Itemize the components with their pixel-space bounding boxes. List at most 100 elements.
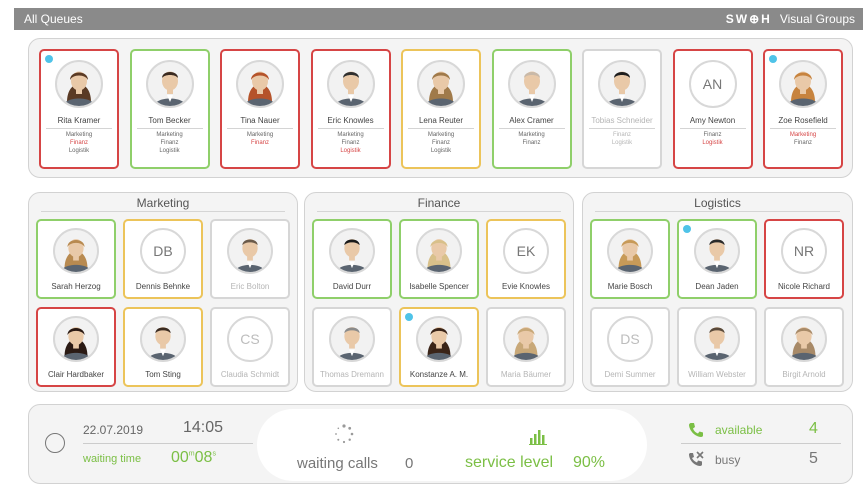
avatar-initials: EK [503,228,549,274]
agent-name: Isabelle Spencer [409,282,469,291]
person-icon [153,71,186,106]
agent-card[interactable]: EK Evie Knowles [486,219,566,299]
queue-tag: Finanz [250,140,269,146]
agent-card[interactable]: Dean Jaden [677,219,757,299]
agent-name: Eric Bolton [230,282,270,291]
avatar-photo [329,228,375,274]
avatar-photo [53,316,99,362]
person-icon [336,327,368,360]
service-level-value: 90% [573,454,606,471]
agent-card[interactable]: Isabelle Spencer [399,219,479,299]
view-title: Visual Groups [779,12,855,26]
agent-queues: Marketing Finanz [518,132,544,146]
agent-card[interactable]: Rita Kramer Marketing Finanz Logistik [39,49,119,169]
agent-card[interactable]: Eric Knowles Marketing Finanz Logistik [310,49,391,169]
agent-card[interactable]: Lena Reuter Marketing Finanz Logistik [401,49,481,169]
seconds-unit: s [212,450,216,458]
service-level-label: service level [465,454,554,471]
agent-queues: Marketing Finanz Logistik [428,132,454,154]
busy-value: 5 [809,450,818,467]
person-icon [515,71,548,106]
agent-card[interactable]: Birgit Arnold [764,307,844,387]
notification-dot [405,313,413,321]
avatar-photo [694,316,740,362]
queue-tag: Finanz [793,140,812,146]
agent-card[interactable]: Tina Nauer Marketing Finanz [220,49,300,169]
swyx-logo: SW⊕H [725,12,772,26]
person-icon [244,71,276,106]
queue-tag: Logistik [68,148,90,154]
agent-card[interactable]: DB Dennis Behnke [123,219,203,299]
group-panel-logistics: Logistics Marie Bosch Dean Jaden NR Nicole R… [582,192,853,392]
agent-name: Nicole Richard [777,282,831,291]
group-title: Finance [417,196,461,210]
agent-card[interactable]: Konstanze A. M. [399,307,479,387]
bar-chart-icon [529,430,547,445]
agent-name: Konstanze A. M. [409,370,469,379]
waiting-calls-label: waiting calls [297,455,378,472]
person-icon [423,327,455,360]
avatar-photo [53,228,99,274]
avatar-initials: AN [688,60,737,108]
brand: SW⊕H Visual Groups [726,12,855,26]
agent-queues: Marketing Finanz Logistik [66,132,92,154]
queue-tag: Finanz [431,140,450,146]
queue-tag: Marketing [518,132,545,138]
agent-card[interactable]: Alex Cramer Marketing Finanz [491,49,572,169]
agent-card[interactable]: Zoe Rosefield Marketing Finanz [763,49,843,169]
group-panel-marketing: Marketing Sarah Herzog DB Dennis Behnke Eric… [28,192,298,392]
agent-card[interactable]: DS Demi Summer [590,307,670,387]
divider [681,443,841,444]
queue-tag: Finanz [160,140,179,146]
person-icon [336,239,368,272]
agent-card[interactable]: Tom Becker Marketing Finanz Logistik [129,49,210,169]
agent-name: Lena Reuter [408,116,474,129]
avatar-photo [607,228,653,274]
waiting-time-seconds: 08 [194,449,213,466]
agent-card[interactable]: CS Claudia Schmidt [210,307,290,387]
person-icon [423,239,455,272]
time-text: 14:05 [183,419,224,436]
person-icon [788,327,820,360]
avatar-photo [779,60,827,108]
agent-card[interactable]: Sarah Herzog [36,219,116,299]
waiting-calls-value: 0 [405,455,414,472]
avatar-initials: NR [781,228,827,274]
agent-card[interactable]: Maria Bäumer [486,307,566,387]
avatar-photo [55,60,103,108]
agent-name: David Durr [332,282,372,291]
window-title: All Queues [24,12,83,26]
queue-tag: Marketing [427,132,455,138]
divider [83,443,253,444]
queue-tag: Marketing [789,132,817,138]
avatar-photo [503,316,549,362]
agent-card[interactable]: Clair Hardbaker [36,307,116,387]
waiting-time-minutes: 00 [171,449,189,466]
agent-card[interactable]: Tobias Schneider Finanz Logistik [582,49,662,169]
queue-tag: Logistik [430,148,452,154]
agent-queues: Marketing Finanz Logistik [337,132,363,154]
agent-card[interactable]: Eric Bolton [210,219,290,299]
avatar-photo [145,60,194,108]
queue-tag: Marketing [246,132,274,138]
agent-card[interactable]: David Durr [312,219,392,299]
clock-icon [45,433,65,453]
agent-name: Clair Hardbaker [47,370,105,379]
avatar-photo [140,316,186,362]
agent-card[interactable]: NR Nicole Richard [764,219,844,299]
person-icon [606,71,638,106]
agent-card[interactable]: Marie Bosch [590,219,670,299]
person-icon [60,239,92,272]
agent-card[interactable]: William Webster [677,307,757,387]
agent-card[interactable]: AN Amy Newton Finanz Logistik [672,49,753,169]
all-queues-panel: Rita Kramer Marketing Finanz Logistik Tom Be… [28,38,853,178]
agent-name: Rita Kramer [46,116,112,129]
avatar-initials: DS [607,316,653,362]
person-icon [510,327,542,360]
avatar-photo [236,60,284,108]
person-icon [63,71,95,106]
person-icon [701,239,733,272]
agent-card[interactable]: Thomas Dremann [312,307,392,387]
agent-card[interactable]: Tom Sting [123,307,203,387]
notification-dot [45,55,53,63]
